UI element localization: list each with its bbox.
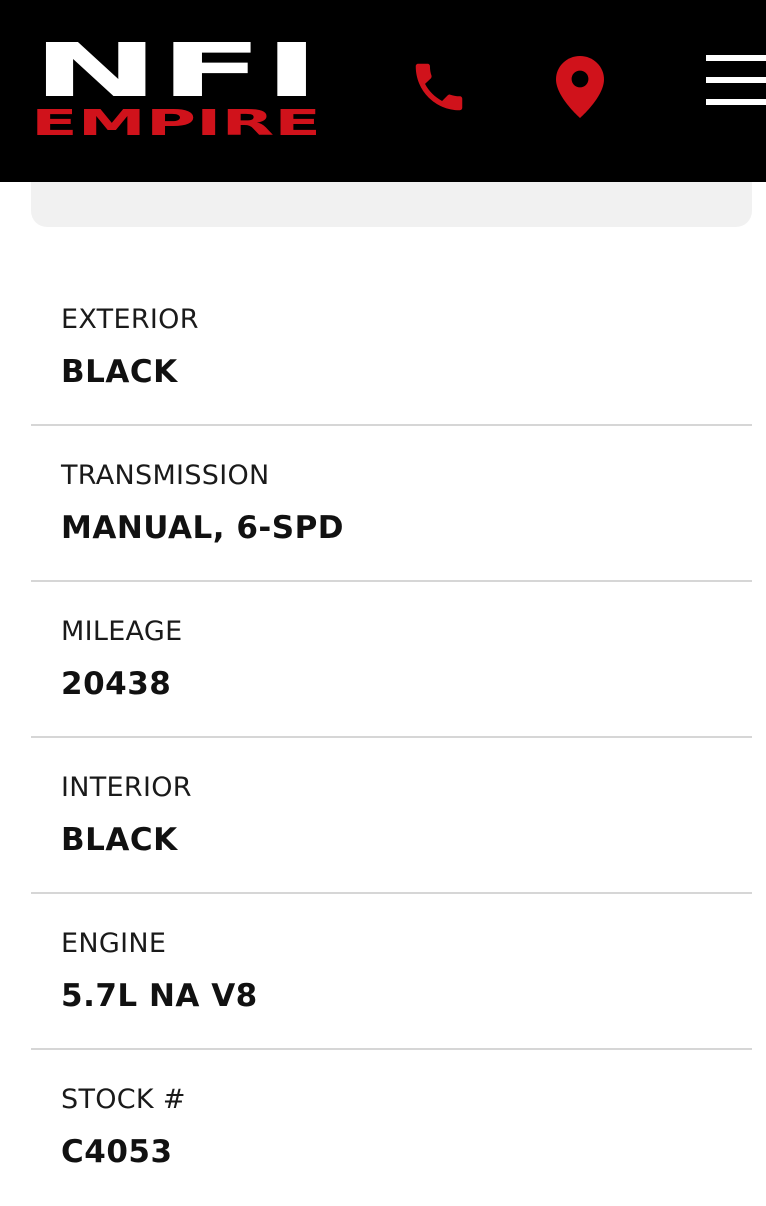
- gray-content-panel: [31, 182, 752, 227]
- spec-value: MANUAL, 6-SPD: [61, 510, 345, 546]
- spec-value: C4053: [61, 1134, 173, 1170]
- spec-row-stock: STOCK # C4053: [31, 1050, 752, 1206]
- nfi-empire-logo[interactable]: NFI EMPIRE: [30, 38, 322, 138]
- location-pin-icon[interactable]: [556, 56, 604, 118]
- spec-row-interior: INTERIOR BLACK: [31, 738, 752, 894]
- spec-label: INTERIOR: [61, 772, 192, 803]
- spec-label: MILEAGE: [61, 616, 183, 647]
- spec-value: 5.7L NA V8: [61, 978, 258, 1014]
- logo-graphic: NFI EMPIRE: [31, 38, 321, 138]
- spec-label: EXTERIOR: [61, 304, 199, 335]
- spec-row-transmission: TRANSMISSION MANUAL, 6-SPD: [31, 426, 752, 582]
- spec-row-exterior: EXTERIOR BLACK: [31, 270, 752, 426]
- vehicle-specs-list: EXTERIOR BLACK TRANSMISSION MANUAL, 6-SP…: [31, 270, 752, 1206]
- hamburger-menu-icon[interactable]: [706, 55, 766, 107]
- spec-label: ENGINE: [61, 928, 167, 959]
- spec-label: STOCK #: [61, 1084, 186, 1115]
- spec-row-engine: ENGINE 5.7L NA V8: [31, 894, 752, 1050]
- logo-text-bottom: EMPIRE: [31, 103, 321, 138]
- spec-row-mileage: MILEAGE 20438: [31, 582, 752, 738]
- spec-value: BLACK: [61, 354, 178, 390]
- phone-icon[interactable]: [408, 56, 470, 118]
- spec-value: 20438: [61, 666, 172, 702]
- site-header: NFI EMPIRE: [0, 0, 766, 182]
- spec-value: BLACK: [61, 822, 178, 858]
- spec-label: TRANSMISSION: [61, 460, 270, 491]
